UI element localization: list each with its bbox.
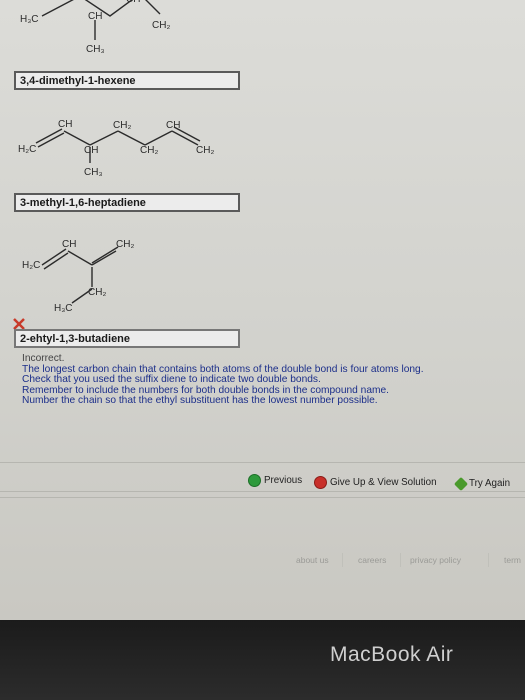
previous-button[interactable]: Previous [248, 474, 302, 487]
answer-field-3[interactable]: 2-ehtyl-1,3-butadiene [14, 329, 240, 348]
atom-label: CH [62, 239, 76, 250]
give-up-button[interactable]: Give Up & View Solution [314, 476, 437, 489]
feedback-line: Check that you used the suffix diene to … [22, 374, 321, 385]
atom-label: H₃C [20, 14, 39, 25]
atom-label: H₃C [54, 303, 73, 314]
atom-label: CH₃ [86, 44, 105, 55]
previous-label: Previous [264, 475, 303, 486]
footer-separator [400, 553, 401, 567]
feedback-heading: Incorrect. [22, 353, 65, 364]
try-again-label: Try Again [469, 478, 511, 489]
atom-label: H₂C [18, 144, 36, 155]
give-up-icon [314, 476, 327, 489]
atom-label: CH₂ [152, 20, 170, 31]
atom-label: CH [126, 0, 140, 5]
footer-careers-link[interactable]: careers [358, 555, 386, 565]
answer-text: 3-methyl-1,6-heptadiene [20, 197, 146, 209]
feedback-panel: Incorrect. The longest carbon chain that… [22, 353, 522, 407]
device-brand-label: MacBook Air [330, 643, 454, 666]
previous-icon [248, 474, 261, 487]
divider [0, 497, 525, 498]
atom-label: CH₂ [113, 120, 131, 131]
molecule-2-structure: CH CH₂ CH H₂C CH CH₂ CH₂ CH₃ [0, 115, 525, 185]
molecule-1-structure: CH CH H₃C CH CH₂ CH₃ [0, 0, 525, 70]
atom-label: CH [166, 120, 180, 131]
footer-about-link[interactable]: about us [296, 555, 329, 565]
footer-terms-link[interactable]: term [504, 555, 521, 565]
footer-privacy-link[interactable]: privacy policy [410, 555, 461, 565]
atom-label: H₂C [22, 260, 40, 271]
divider [0, 491, 525, 492]
answer-text: 3,4-dimethyl-1-hexene [20, 75, 136, 87]
atom-label: CH [112, 0, 126, 1]
atom-label: CH₂ [88, 287, 106, 298]
footer-separator [342, 553, 343, 567]
atom-label: CH [88, 11, 102, 22]
screen: CH CH H₃C CH CH₂ CH₃ 3,4-dimethyl-1-hexe… [0, 0, 525, 620]
footer-separator [488, 553, 489, 567]
atom-label: CH [84, 145, 98, 156]
try-again-button[interactable]: Try Again [453, 476, 511, 491]
answer-field-2[interactable]: 3-methyl-1,6-heptadiene [14, 193, 240, 212]
atom-label: CH₂ [196, 145, 214, 156]
atom-label: CH₂ [140, 145, 158, 156]
divider [0, 462, 525, 463]
atom-label: CH [58, 119, 72, 130]
atom-label: CH₂ [116, 239, 134, 250]
answer-text: 2-ehtyl-1,3-butadiene [20, 333, 131, 345]
molecule-3-structure: CH CH₂ H₂C CH₂ H₃C [0, 235, 525, 315]
atom-label: CH₃ [84, 167, 103, 178]
answer-field-1[interactable]: 3,4-dimethyl-1-hexene [14, 71, 240, 90]
feedback-line: Number the chain so that the ethyl subst… [22, 395, 378, 406]
give-up-label: Give Up & View Solution [330, 477, 437, 488]
try-again-icon [453, 476, 469, 491]
